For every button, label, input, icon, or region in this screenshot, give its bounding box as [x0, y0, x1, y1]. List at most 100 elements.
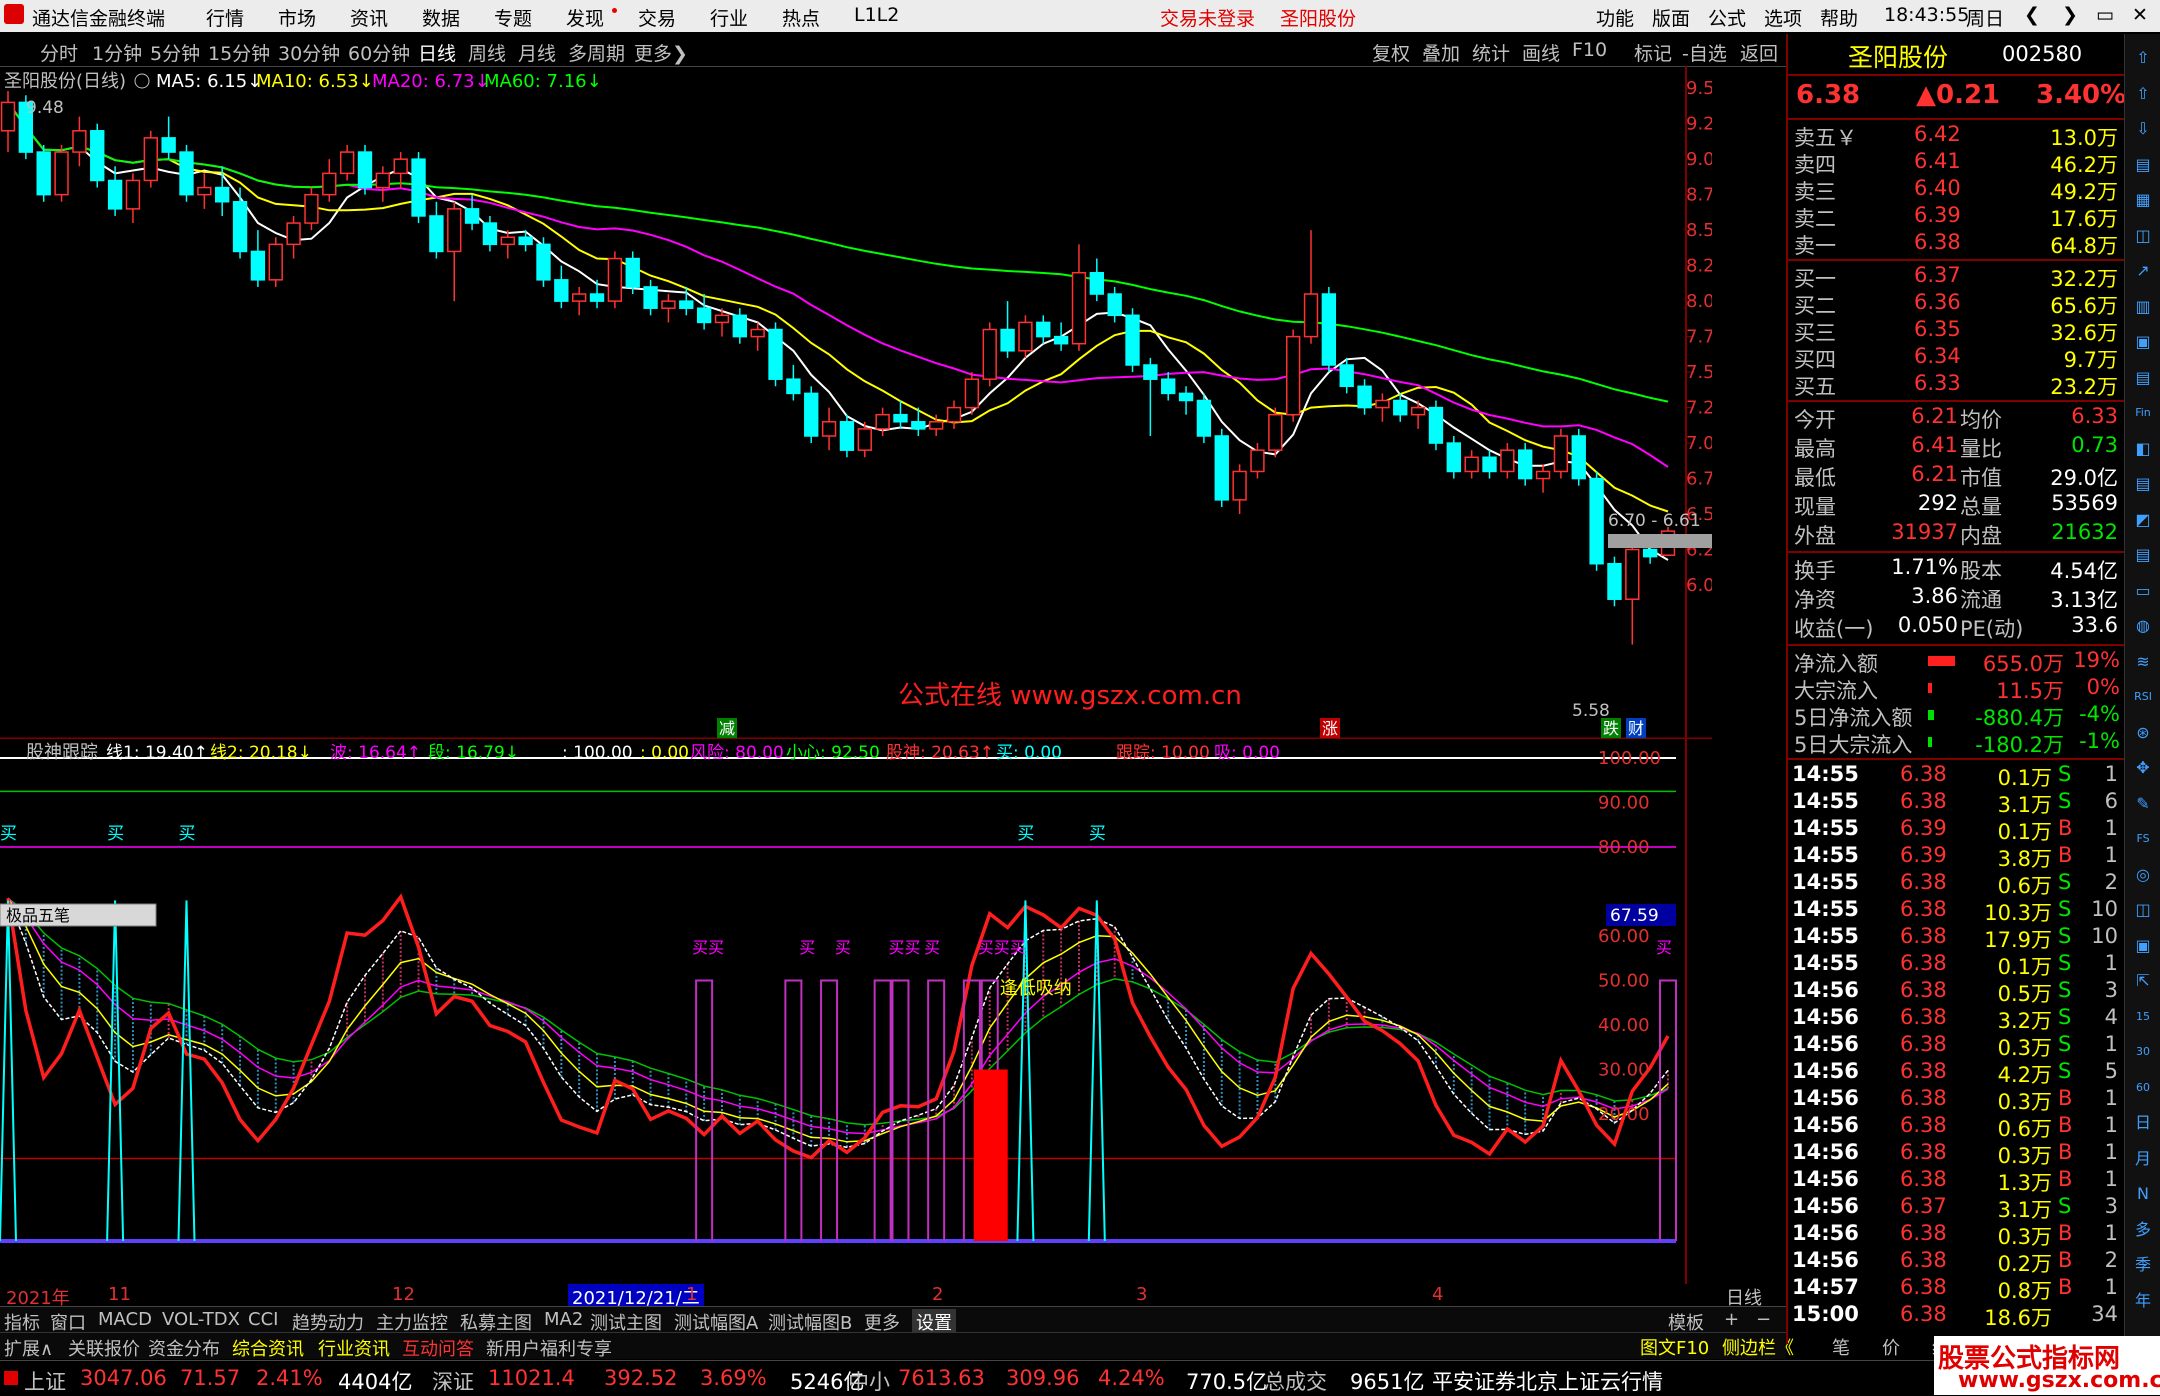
menu-item-market[interactable]: 行情: [206, 4, 244, 31]
status-item[interactable]: 总成交: [1264, 1366, 1327, 1396]
candle-body[interactable]: [179, 151, 194, 196]
candle-body[interactable]: [1482, 456, 1497, 473]
candle-body[interactable]: [143, 137, 158, 182]
tab-ma2[interactable]: MA2: [544, 1309, 583, 1330]
side-tool-icon[interactable]: 季: [2131, 1253, 2155, 1277]
candle-body[interactable]: [661, 300, 676, 309]
login-status[interactable]: 交易未登录: [1160, 4, 1255, 31]
sell-level-4[interactable]: 卖四 6.41 46.2万: [1792, 149, 2122, 177]
candle-body[interactable]: [36, 151, 51, 196]
candle-body[interactable]: [1339, 364, 1354, 388]
candle-body[interactable]: [1107, 293, 1122, 317]
candle-body[interactable]: [964, 378, 980, 409]
candle-body[interactable]: [696, 307, 712, 324]
candle-body[interactable]: [911, 421, 926, 430]
candle-body[interactable]: [982, 328, 997, 380]
side-tool-icon[interactable]: ⇧: [2131, 46, 2155, 70]
side-tool-icon[interactable]: ▤: [2131, 366, 2155, 390]
side-tool-icon[interactable]: ▣: [2131, 934, 2155, 958]
period-daily[interactable]: 日线: [418, 39, 456, 66]
back-icon[interactable]: ❮: [2024, 4, 2040, 26]
ext-right-item[interactable]: 图文F10: [1640, 1334, 1709, 1360]
ext-tab[interactable]: 资金分布: [148, 1335, 220, 1361]
side-tool-icon[interactable]: ≋: [2131, 650, 2155, 674]
sell-level-5[interactable]: 卖五￥ 6.42 13.0万: [1792, 122, 2122, 150]
buy-level-5[interactable]: 买五 6.33 23.2万: [1792, 371, 2122, 399]
candle-body[interactable]: [1410, 406, 1426, 416]
side-tool-icon[interactable]: ↗: [2131, 259, 2155, 283]
tab-vol[interactable]: VOL-TDX: [162, 1309, 240, 1330]
candle-body[interactable]: [197, 186, 212, 196]
side-tool-icon[interactable]: 日: [2131, 1111, 2155, 1135]
candle-body[interactable]: [786, 378, 801, 395]
candle-body[interactable]: [607, 257, 623, 302]
candle-body[interactable]: [1053, 335, 1069, 345]
side-tool-icon[interactable]: ▣: [2131, 330, 2155, 354]
sell-level-3[interactable]: 卖三 6.40 49.2万: [1792, 176, 2122, 204]
candle-body[interactable]: [1446, 442, 1461, 473]
candle-body[interactable]: [928, 421, 944, 430]
candle-body[interactable]: [821, 421, 837, 437]
candle-body[interactable]: [1125, 314, 1140, 366]
side-tool-icon[interactable]: ⇩: [2131, 117, 2155, 141]
side-tool-icon[interactable]: ▤: [2131, 153, 2155, 177]
candle-body[interactable]: [1250, 449, 1265, 473]
tool-f10[interactable]: F10: [1572, 39, 1607, 61]
candle-body[interactable]: [304, 193, 319, 224]
candle-body[interactable]: [946, 406, 962, 423]
candle-body[interactable]: [357, 151, 373, 189]
candle-body[interactable]: [1161, 378, 1176, 395]
candle-body[interactable]: [1535, 470, 1551, 480]
candle-body[interactable]: [643, 286, 658, 309]
candle-body[interactable]: [536, 243, 551, 281]
candle-body[interactable]: [1303, 293, 1319, 338]
candle-body[interactable]: [1607, 562, 1622, 600]
menu-item-industry[interactable]: 行业: [710, 4, 748, 31]
tab-cci[interactable]: CCI: [248, 1309, 278, 1330]
side-tool-icon[interactable]: ⇧: [2131, 82, 2155, 106]
tool-return[interactable]: 返回: [1740, 39, 1778, 66]
menu-item-discover[interactable]: 发现: [566, 4, 604, 31]
side-tool-icon[interactable]: 15: [2131, 1005, 2155, 1029]
tool-overlay[interactable]: 叠加: [1422, 39, 1460, 66]
add-button[interactable]: +: [1724, 1309, 1739, 1330]
side-tool-icon[interactable]: ▦: [2131, 188, 2155, 212]
period-5min[interactable]: 5分钟: [150, 39, 200, 66]
status-item[interactable]: 深证: [432, 1366, 474, 1396]
candle-body[interactable]: [1571, 435, 1586, 480]
candle-body[interactable]: [339, 151, 355, 175]
candle-body[interactable]: [625, 257, 640, 288]
side-tool-icon[interactable]: ✥: [2131, 756, 2155, 780]
candle-body[interactable]: [447, 208, 462, 253]
candle-body[interactable]: [107, 179, 123, 210]
period-15min[interactable]: 15分钟: [208, 39, 270, 66]
restore-icon[interactable]: ▭: [2096, 4, 2114, 26]
candle-body[interactable]: [375, 172, 391, 189]
indicator-chart[interactable]: 买买买买买买买买买买买买买买买 买逢低吸纳 100.0090.0080.0060.…: [0, 738, 1712, 1284]
candle-body[interactable]: [250, 250, 266, 281]
ext-tab[interactable]: 行业资讯: [318, 1335, 390, 1361]
candle-body[interactable]: [1036, 321, 1051, 338]
candle-body[interactable]: [714, 314, 730, 324]
candle-body[interactable]: [429, 215, 444, 253]
candle-body[interactable]: [1018, 321, 1033, 352]
candle-body[interactable]: [1642, 548, 1658, 558]
side-tool-icon[interactable]: FS: [2131, 827, 2155, 851]
side-tool-icon[interactable]: 月: [2131, 1147, 2155, 1171]
menu-item-news[interactable]: 资讯: [350, 4, 388, 31]
candle-body[interactable]: [393, 158, 408, 175]
candle-body[interactable]: [1214, 435, 1229, 501]
side-tool-icon[interactable]: N: [2131, 1182, 2155, 1206]
side-tool-icon[interactable]: ▭: [2131, 579, 2155, 603]
period-weekly[interactable]: 周线: [468, 39, 506, 66]
candle-body[interactable]: [1178, 392, 1194, 402]
candle-body[interactable]: [554, 279, 569, 302]
candle-body[interactable]: [1089, 271, 1104, 295]
candle-body[interactable]: [572, 293, 587, 302]
side-tool-icon[interactable]: 30: [2131, 1040, 2155, 1064]
candle-body[interactable]: [1464, 456, 1479, 473]
candle-body[interactable]: [125, 179, 141, 210]
candle-body[interactable]: [1428, 406, 1444, 444]
tab-macd[interactable]: MACD: [98, 1309, 152, 1330]
period-fenshi[interactable]: 分时: [40, 39, 78, 66]
